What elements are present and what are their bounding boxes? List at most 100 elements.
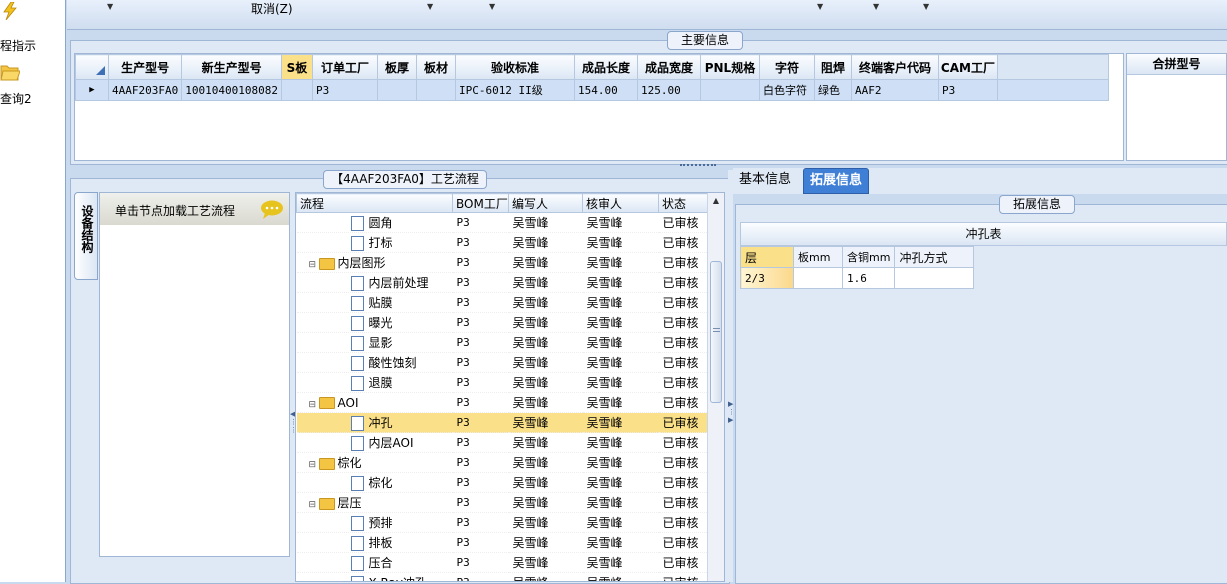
tree-cell-reviewer[interactable]: 吴雪峰	[582, 452, 659, 473]
collapse-icon[interactable]: ⊟	[309, 400, 318, 410]
tree-cell-factory[interactable]: P3	[452, 372, 509, 393]
tree-row[interactable]: 压合 P3 吴雪峰 吴雪峰 已审核	[296, 552, 709, 573]
tree-cell-writer[interactable]: 吴雪峰	[508, 492, 583, 513]
column-header[interactable]: 状态	[658, 193, 709, 213]
collapse-icon[interactable]: ⊟	[309, 500, 318, 510]
table-cell[interactable]: 125.00	[636, 79, 701, 101]
tree-row[interactable]: 内层AOI P3 吴雪峰 吴雪峰 已审核	[296, 432, 709, 453]
chevron-down-icon[interactable]: ▼	[817, 2, 823, 11]
tree-row[interactable]: 预排 P3 吴雪峰 吴雪峰 已审核	[296, 512, 709, 533]
tree-cell-writer[interactable]: 吴雪峰	[508, 292, 583, 313]
tree-cell-reviewer[interactable]: 吴雪峰	[582, 212, 659, 233]
splitter-collapse-right-icon[interactable]: ▶ ⋮ ▶	[728, 170, 735, 582]
tree-cell-writer[interactable]: 吴雪峰	[508, 452, 583, 473]
table-cell[interactable]	[699, 79, 760, 101]
tree-cell-reviewer[interactable]: 吴雪峰	[582, 252, 659, 273]
column-header[interactable]: 新生产型号	[181, 54, 282, 80]
tree-cell-factory[interactable]: P3	[452, 512, 509, 533]
table-cell[interactable]	[376, 79, 417, 101]
tree-cell-status[interactable]: 已审核	[658, 312, 709, 333]
table-cell[interactable]	[894, 267, 975, 289]
tree-cell-reviewer[interactable]: 吴雪峰	[582, 232, 659, 253]
tree-cell-factory[interactable]: P3	[452, 552, 509, 573]
column-header[interactable]: 含铜mm	[841, 246, 896, 268]
tree-node-cell[interactable]: 预排	[296, 512, 453, 533]
tree-node-cell[interactable]: 酸性蚀刻	[296, 352, 453, 373]
table-cell[interactable]: AAF2	[850, 79, 939, 101]
tree-cell-status[interactable]: 已审核	[658, 392, 709, 413]
table-cell[interactable]	[415, 79, 456, 101]
tree-cell-status[interactable]: 已审核	[658, 252, 709, 273]
column-header[interactable]: 板mm	[793, 246, 843, 268]
tree-node-cell[interactable]: 圆角	[296, 212, 453, 233]
tree-cell-writer[interactable]: 吴雪峰	[508, 512, 583, 533]
tree-cell-reviewer[interactable]: 吴雪峰	[582, 472, 659, 493]
tree-cell-status[interactable]: 已审核	[658, 332, 709, 353]
tree-cell-factory[interactable]: P3	[452, 432, 509, 453]
tree-cell-reviewer[interactable]: 吴雪峰	[582, 432, 659, 453]
tab-extended-info[interactable]: 拓展信息	[803, 168, 870, 194]
tree-cell-factory[interactable]: P3	[452, 212, 509, 233]
tree-cell-factory[interactable]: P3	[452, 452, 509, 473]
tree-node-cell[interactable]: 冲孔	[296, 412, 453, 433]
tree-cell-reviewer[interactable]: 吴雪峰	[582, 552, 659, 573]
tree-cell-status[interactable]: 已审核	[658, 412, 709, 433]
table-cell[interactable]	[793, 267, 843, 289]
tree-cell-writer[interactable]: 吴雪峰	[508, 532, 583, 553]
tree-node-cell[interactable]: 内层AOI	[296, 432, 453, 453]
tree-cell-factory[interactable]: P3	[452, 272, 509, 293]
tree-cell-factory[interactable]: P3	[452, 532, 509, 553]
tree-row[interactable]: 内层前处理 P3 吴雪峰 吴雪峰 已审核	[296, 272, 709, 293]
tree-node-cell[interactable]: X-Ray冲孔	[296, 572, 453, 581]
tree-row[interactable]: 冲孔 P3 吴雪峰 吴雪峰 已审核	[296, 412, 709, 433]
tree-cell-writer[interactable]: 吴雪峰	[508, 392, 583, 413]
tree-row[interactable]: 贴膜 P3 吴雪峰 吴雪峰 已审核	[296, 292, 709, 313]
column-header[interactable]: 成品长度	[573, 54, 638, 80]
cancel-button[interactable]: 取消(Z)	[251, 0, 293, 17]
chevron-down-icon[interactable]: ▼	[873, 2, 879, 11]
tree-node-cell[interactable]: 排板	[296, 532, 453, 553]
tree-node-cell[interactable]: 压合	[296, 552, 453, 573]
column-header[interactable]: 验收标准	[454, 54, 575, 80]
tree-cell-writer[interactable]: 吴雪峰	[508, 432, 583, 453]
tree-row[interactable]: 棕化 P3 吴雪峰 吴雪峰 已审核	[296, 472, 709, 493]
tree-node-cell[interactable]: ⊟ 棕化	[296, 452, 453, 473]
tree-cell-factory[interactable]: P3	[452, 572, 509, 581]
column-header[interactable]: 核审人	[582, 193, 659, 213]
table-cell[interactable]: 10010400108082	[181, 79, 282, 101]
column-header[interactable]: 成品宽度	[636, 54, 701, 80]
tree-row[interactable]: 酸性蚀刻 P3 吴雪峰 吴雪峰 已审核	[296, 352, 709, 373]
tree-cell-reviewer[interactable]: 吴雪峰	[582, 492, 659, 513]
tree-cell-status[interactable]: 已审核	[658, 492, 709, 513]
tree-cell-writer[interactable]: 吴雪峰	[508, 332, 583, 353]
scroll-up-icon[interactable]: ▲	[708, 196, 724, 205]
tree-cell-factory[interactable]: P3	[452, 232, 509, 253]
tree-cell-reviewer[interactable]: 吴雪峰	[582, 392, 659, 413]
tree-node-cell[interactable]: ⊟ 内层图形	[296, 252, 453, 273]
tree-cell-status[interactable]: 已审核	[658, 572, 709, 581]
tree-node-cell[interactable]: 贴膜	[296, 292, 453, 313]
tree-cell-factory[interactable]: P3	[452, 472, 509, 493]
column-header[interactable]: S板	[280, 54, 313, 80]
tree-cell-factory[interactable]: P3	[452, 392, 509, 413]
column-header[interactable]: 终端客户代码	[850, 54, 939, 80]
scrollbar-thumb[interactable]	[710, 261, 722, 403]
tree-row[interactable]: 曝光 P3 吴雪峰 吴雪峰 已审核	[296, 312, 709, 333]
splitter-handle[interactable]	[680, 164, 716, 168]
tree-cell-reviewer[interactable]: 吴雪峰	[582, 312, 659, 333]
table-cell[interactable]: 1.6	[841, 267, 896, 289]
table-row[interactable]: 2/3 1.6	[740, 267, 975, 289]
column-header[interactable]: CAM工厂	[937, 54, 998, 80]
column-header[interactable]: 订单工厂	[311, 54, 378, 80]
tree-row[interactable]: ⊟ 层压 P3 吴雪峰 吴雪峰 已审核	[296, 492, 709, 513]
tree-node-cell[interactable]: 打标	[296, 232, 453, 253]
table-cell[interactable]: P3	[311, 79, 378, 101]
tree-cell-status[interactable]: 已审核	[658, 232, 709, 253]
column-header[interactable]: 阻焊	[813, 54, 852, 80]
tree-cell-writer[interactable]: 吴雪峰	[508, 312, 583, 333]
tab-basic-info[interactable]: 基本信息	[733, 168, 797, 192]
tree-cell-writer[interactable]: 吴雪峰	[508, 572, 583, 581]
tree-cell-reviewer[interactable]: 吴雪峰	[582, 272, 659, 293]
tree-cell-status[interactable]: 已审核	[658, 532, 709, 553]
tree-node-cell[interactable]: 内层前处理	[296, 272, 453, 293]
